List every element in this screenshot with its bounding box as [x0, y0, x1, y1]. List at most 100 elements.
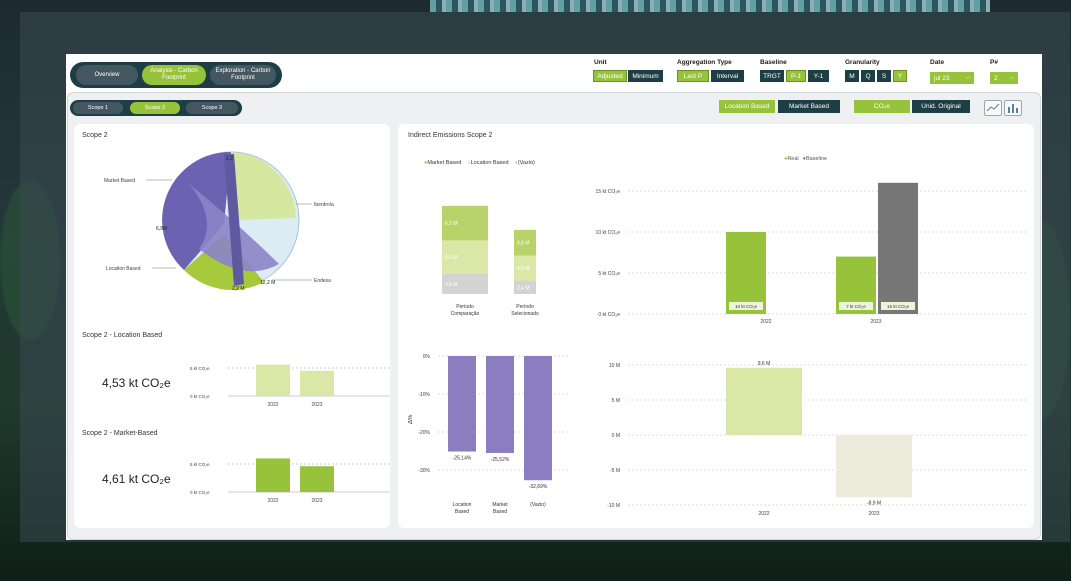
market-based-toggle[interactable]: Market Based [778, 100, 840, 113]
granularity-m-button[interactable]: M [845, 70, 859, 82]
unit-label: Unit [594, 59, 607, 66]
y-tick-label: 0% [423, 354, 431, 360]
x-tick-label: 2022 [267, 498, 278, 504]
unid-original-toggle[interactable]: Unid. Original [912, 100, 970, 113]
chevron-down-icon: ⌵ [965, 74, 970, 81]
chord-value-1: 2,2 [226, 156, 233, 162]
y-tick-label: -10 M [607, 503, 620, 509]
bar [486, 356, 514, 453]
y-tick-label: 15 kt CO₂e [596, 189, 621, 195]
data-label: 4,6 M [517, 241, 530, 247]
chord-iberdrola-arc [231, 152, 296, 220]
x-tick-label: Based [493, 509, 507, 515]
y-tick-label: -20% [418, 430, 430, 436]
baseline-p1-button[interactable]: P-1 [786, 70, 806, 82]
legend-real-baseline: ●Real ●Baseline [784, 156, 827, 162]
line-chart-icon[interactable] [984, 100, 1002, 116]
background-window-strip [430, 0, 990, 12]
aggregation-label: Aggregation Type [677, 59, 732, 66]
chord-diagram: Market Based Location Based Iberdrola En… [104, 151, 334, 292]
bar [256, 364, 290, 396]
difference-chart: 10 M 5 M 0 M -5 M -10 M 9,6 M 2022 -8,9 M 2023 [607, 361, 1028, 517]
chord-value-2: 6,9M [156, 226, 167, 232]
bar-real [726, 232, 766, 314]
page-nav: Overview Analysis - Carbon Footprint Exp… [70, 62, 282, 88]
left-card: Scope 2 Market Based Location Based Iber… [74, 124, 390, 528]
unit-adjusted-button[interactable]: Adjusted [593, 70, 627, 82]
x-tick-label: Location [453, 502, 472, 508]
stacked-comparison-chart: 3,6 M6,0 M6,2 MPeríodoComparação2,4 M4,5… [442, 205, 539, 317]
x-tick-label: Selecionado [511, 311, 539, 317]
data-label: 4,5 M [517, 266, 530, 272]
granularity-y-button[interactable]: Y [893, 70, 907, 82]
market-based-kpi: 4,61 kt CO₂e [102, 472, 171, 486]
tab-scope-1[interactable]: Scope 1 [73, 102, 123, 114]
legend-item: ●Location Based [467, 160, 509, 166]
location-based-chart: 5 kt CO₂e 0 kt CO₂e 2022 2023 [190, 364, 390, 408]
scope-tabs: Scope 1 Scope 2 Scope 3 [70, 100, 242, 116]
y-tick-label: 0 kt CO₂e [598, 312, 620, 318]
date-dropdown[interactable]: jul 23 ⌵ [930, 72, 974, 84]
data-label: 10 kt CO₂e [735, 304, 758, 309]
bar-chart-icon[interactable] [1004, 100, 1022, 116]
y-tick-label: 5 M [612, 398, 620, 404]
y-tick-label: 0 M [612, 433, 620, 439]
baseline-label: Baseline [760, 59, 787, 66]
location-based-toggle[interactable]: Location Based [719, 100, 775, 113]
x-tick-label: Período [516, 304, 534, 310]
data-label: 7 kt CO₂e [846, 304, 866, 309]
legend-item: ●Real [784, 156, 799, 162]
x-tick-label: 2022 [267, 402, 278, 408]
nav-overview-button[interactable]: Overview [76, 65, 138, 85]
location-based-kpi: 4,53 kt CO₂e [102, 376, 171, 390]
chord-label-iberdrola: Iberdrola [314, 202, 334, 208]
y-tick-label: -30% [418, 468, 430, 474]
x-tick-label: 2023 [868, 511, 879, 517]
granularity-s-button[interactable]: S [877, 70, 891, 82]
data-label: 6,0 M [445, 255, 458, 261]
data-label: 2,4 M [517, 285, 530, 291]
data-label: 9,6 M [758, 361, 771, 367]
granularity-q-button[interactable]: Q [861, 70, 875, 82]
data-label: 16 kt CO₂e [887, 304, 910, 309]
bar [300, 466, 334, 492]
legend-item: ●Baseline [802, 156, 828, 162]
x-tick-label: (Vazio) [530, 502, 546, 508]
baseline-y1-button[interactable]: Y-1 [808, 70, 829, 82]
x-tick-label: Período [456, 304, 474, 310]
granularity-label: Granularity [845, 59, 880, 66]
chord-label-location: Location Based [106, 266, 141, 272]
y-tick-label: -5 M [610, 468, 620, 474]
x-tick-label: 2022 [760, 319, 771, 325]
baseline-trgt-button[interactable]: TRGT [760, 70, 784, 82]
unit-minimum-button[interactable]: Minimum [628, 70, 663, 82]
legend-item: ●Market Based [424, 160, 462, 166]
indirect-emissions-title: Indirect Emissions Scope 2 [408, 132, 493, 139]
co2e-toggle[interactable]: CO₂e [854, 100, 910, 113]
nav-analysis-button[interactable]: Analysis - Carbon Footprint [142, 65, 206, 85]
date-value: jul 23 [934, 74, 950, 82]
tab-scope-2[interactable]: Scope 2 [130, 102, 180, 114]
p-value: 2 [994, 74, 998, 82]
ytick-label: 0 kt CO₂e [190, 490, 210, 495]
right-card: Indirect Emissions Scope 2 ●Market Based… [398, 124, 1034, 528]
nav-exploration-button[interactable]: Exploration - Carbon Footprint [210, 65, 276, 85]
data-label: -32,69% [529, 484, 548, 490]
bar [448, 356, 476, 452]
data-label: 6,2 M [445, 221, 458, 227]
aggregation-lastp-button[interactable]: Last P [677, 70, 709, 82]
location-based-title: Scope 2 - Location Based [82, 332, 163, 339]
tab-scope-3[interactable]: Scope 3 [186, 102, 238, 114]
legend-item: ●(Vazio) [514, 160, 535, 166]
delta-percent-chart: 0%-10%-20%-30%Δ%-25,14%LocationBased-25,… [408, 354, 568, 515]
y-tick-label: -10% [418, 392, 430, 398]
p-dropdown[interactable]: 2 ⌵ [990, 72, 1018, 84]
aggregation-interval-button[interactable]: Interval [711, 70, 744, 82]
data-label: -8,9 M [867, 500, 881, 506]
report-canvas: Overview Analysis - Carbon Footprint Exp… [66, 54, 1042, 540]
market-based-title: Scope 2 - Market-Based [82, 430, 158, 437]
real-baseline-chart: 15 kt CO₂e 10 kt CO₂e 5 kt CO₂e 0 kt CO₂e 10… [596, 182, 1028, 325]
ytick-label: 5 kt CO₂e [190, 462, 210, 467]
data-label: -25,14% [453, 456, 472, 462]
x-tick-label: Based [455, 509, 469, 515]
